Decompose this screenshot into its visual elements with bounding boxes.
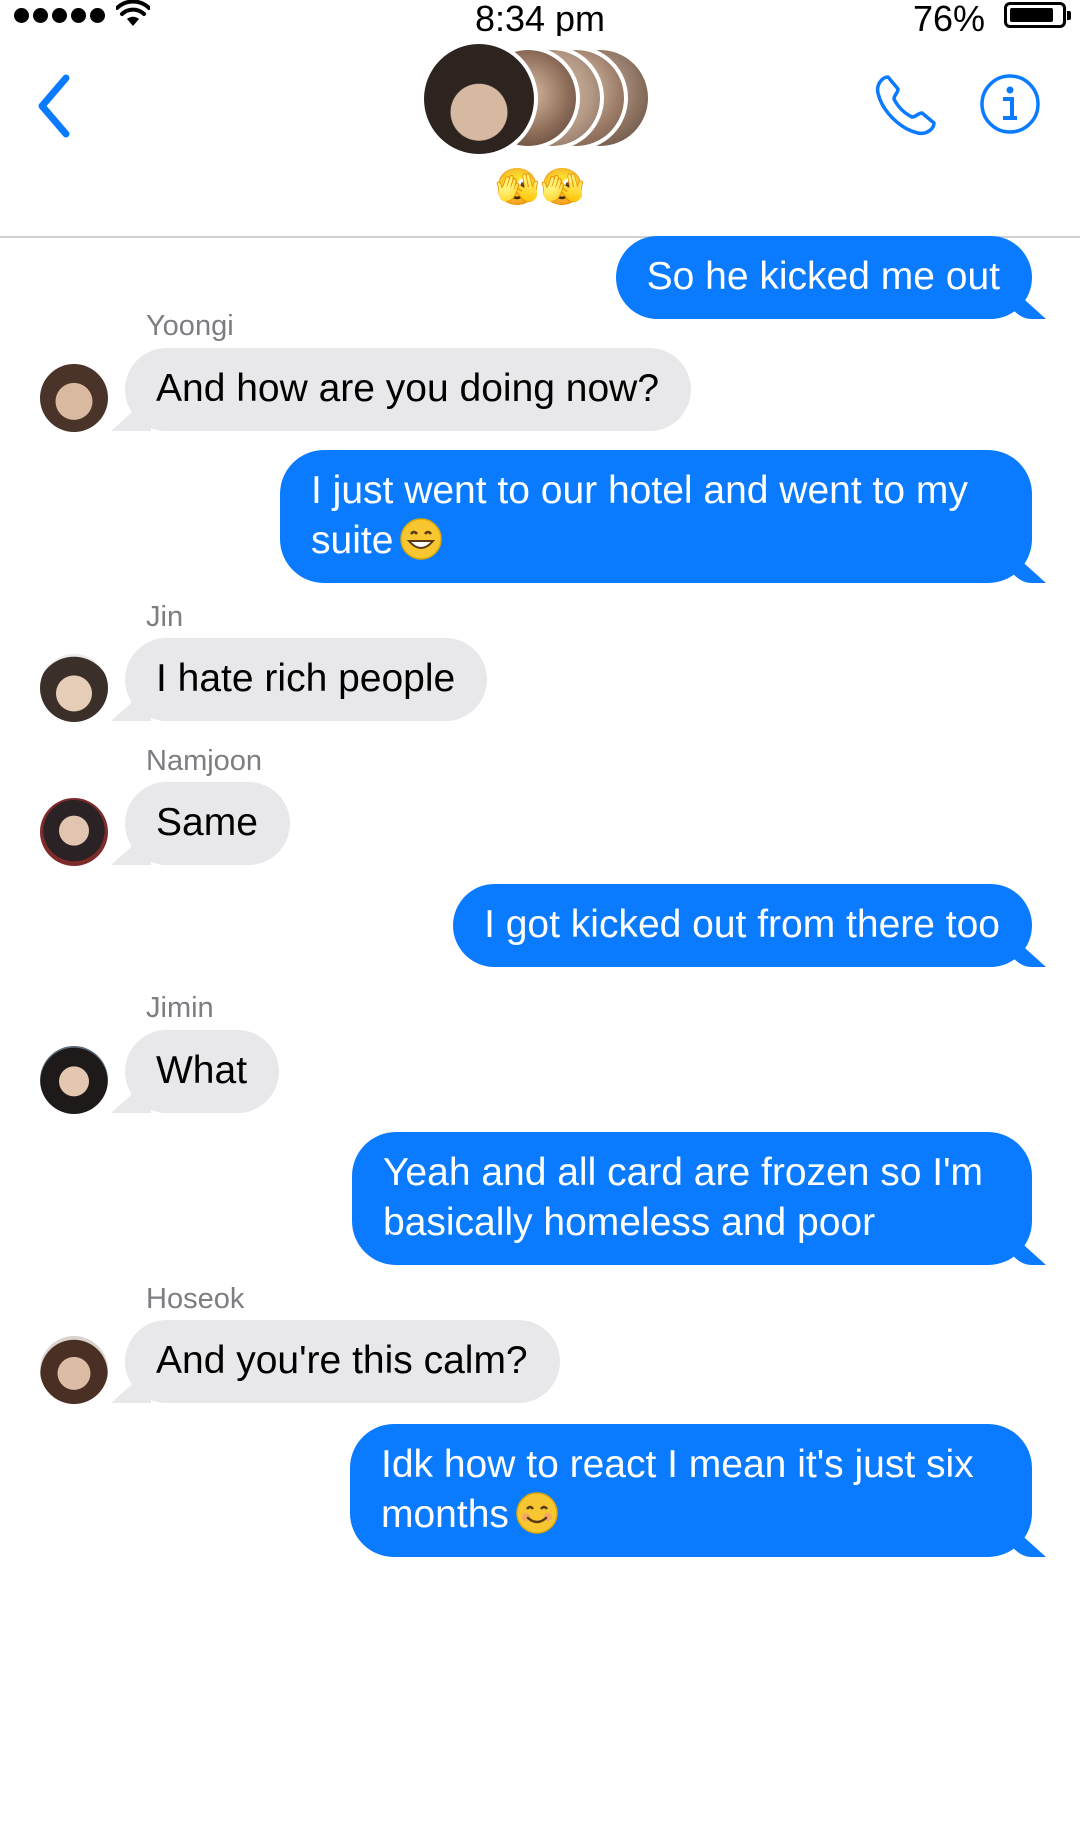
message-line: basically homeless and poor bbox=[383, 1201, 876, 1244]
message-line: Yeah and all card are frozen so I'm bbox=[383, 1151, 984, 1194]
message-list[interactable]: So he kicked me out Yoongi And how are y… bbox=[0, 236, 1080, 1844]
sender-name: Hoseok bbox=[146, 1283, 245, 1315]
avatar[interactable] bbox=[40, 1336, 108, 1404]
message-line: Idk how to react I mean it's just six bbox=[381, 1443, 974, 1486]
battery-percentage: 76% bbox=[912, 0, 985, 39]
outgoing-message[interactable]: Idk how to react I mean it's just six mo… bbox=[350, 1424, 1032, 1557]
incoming-message[interactable]: What bbox=[125, 1030, 280, 1113]
outgoing-message[interactable]: I just went to our hotel and went to my … bbox=[280, 450, 1032, 583]
group-name[interactable]: 🫣🫣 bbox=[0, 168, 1080, 208]
incoming-message[interactable]: And you're this calm? bbox=[125, 1320, 560, 1403]
incoming-message[interactable]: Same bbox=[125, 782, 290, 865]
avatar[interactable] bbox=[40, 1046, 108, 1114]
smiling-face-emoji-icon bbox=[516, 1492, 558, 1534]
outgoing-message[interactable]: I got kicked out from there too bbox=[453, 884, 1032, 967]
avatar bbox=[420, 40, 538, 158]
conversation-header: 🫣🫣 bbox=[0, 36, 1080, 238]
incoming-message[interactable]: I hate rich people bbox=[125, 638, 488, 721]
message-line: suite bbox=[311, 519, 394, 562]
message-line: I just went to our hotel and went to my bbox=[311, 469, 968, 512]
outgoing-message[interactable]: So he kicked me out bbox=[615, 236, 1032, 319]
phone-icon[interactable] bbox=[870, 71, 940, 141]
back-chevron-icon[interactable] bbox=[30, 66, 80, 146]
sender-name: Jin bbox=[146, 601, 184, 633]
avatar[interactable] bbox=[40, 798, 108, 866]
sender-name: Yoongi bbox=[146, 310, 234, 342]
message-line: months bbox=[381, 1493, 509, 1536]
status-bar: 8:34 pm 76% bbox=[0, 0, 1080, 39]
incoming-message[interactable]: And how are you doing now? bbox=[125, 348, 692, 431]
outgoing-message[interactable]: Yeah and all card are frozen so I'm basi… bbox=[352, 1132, 1032, 1265]
avatar[interactable] bbox=[40, 364, 108, 432]
grinning-face-emoji-icon bbox=[400, 518, 443, 560]
sender-name: Namjoon bbox=[146, 745, 263, 777]
avatar[interactable] bbox=[40, 654, 108, 722]
battery-icon bbox=[1004, 2, 1071, 28]
info-icon[interactable] bbox=[978, 72, 1042, 136]
group-avatar-stack[interactable] bbox=[420, 40, 660, 160]
sender-name: Jimin bbox=[146, 992, 214, 1024]
